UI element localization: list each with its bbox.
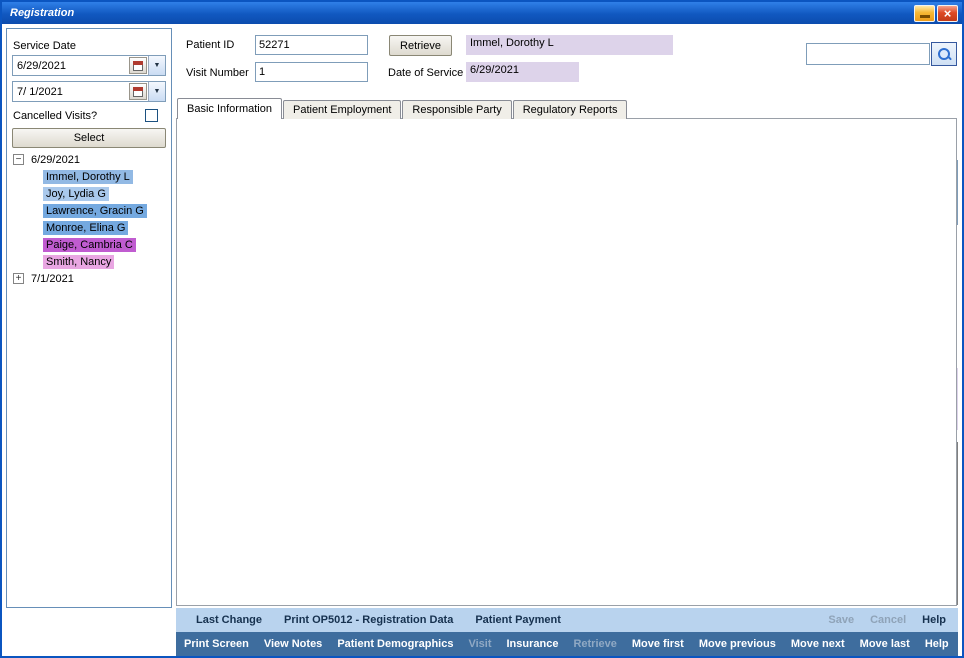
service-date-label: Service Date — [13, 40, 76, 53]
chevron-down-icon[interactable]: ▼ — [148, 82, 165, 101]
chevron-down-icon[interactable]: ▼ — [148, 56, 165, 75]
cancelled-visits-checkbox[interactable] — [145, 109, 158, 122]
service-date-from-value: 6/29/2021 — [13, 60, 129, 72]
visits-tree: − 6/29/2021 Immel, Dorothy L Joy, Lydia … — [11, 151, 169, 287]
tab-regulatory-reports[interactable]: Regulatory Reports — [513, 100, 628, 119]
minimize-button[interactable] — [914, 5, 935, 22]
tree-patient-item[interactable]: Smith, Nancy — [11, 253, 169, 270]
tree-patient-item[interactable]: Joy, Lydia G — [11, 185, 169, 202]
patient-demographics-button[interactable]: Patient Demographics — [337, 638, 453, 650]
select-button[interactable]: Select — [12, 128, 166, 148]
service-date-from-picker[interactable]: 6/29/2021 ▼ — [12, 55, 166, 76]
visit-number-label: Visit Number — [186, 67, 249, 80]
service-date-to-value: 7/ 1/2021 — [13, 86, 129, 98]
help-button[interactable]: Help — [922, 614, 946, 626]
tree-patient-item[interactable]: Immel, Dorothy L — [11, 168, 169, 185]
patient-name-label: Joy, Lydia G — [43, 187, 109, 201]
schedule-panel: Service Date 6/29/2021 ▼ 7/ 1/2021 ▼ Can… — [6, 28, 172, 608]
close-button[interactable]: × — [937, 5, 958, 22]
print-screen-button[interactable]: Print Screen — [184, 638, 249, 650]
service-date-to-picker[interactable]: 7/ 1/2021 ▼ — [12, 81, 166, 102]
patient-name-label: Smith, Nancy — [43, 255, 114, 269]
tab-responsible-party[interactable]: Responsible Party — [402, 100, 511, 119]
view-notes-button[interactable]: View Notes — [264, 638, 323, 650]
navigation-bar: Print Screen View Notes Patient Demograp… — [176, 632, 958, 656]
action-bar: Last Change Print OP5012 - Registration … — [176, 608, 958, 632]
tree-patient-item[interactable]: Lawrence, Gracin G — [11, 202, 169, 219]
date-of-service-label: Date of Service — [388, 67, 463, 80]
search-input[interactable] — [806, 43, 930, 65]
tab-patient-employment[interactable]: Patient Employment — [283, 100, 401, 119]
retrieve-nav-button[interactable]: Retrieve — [573, 638, 616, 650]
move-last-button[interactable]: Move last — [860, 638, 910, 650]
basic-information-panel — [176, 118, 957, 606]
date-of-service-field: 6/29/2021 — [466, 62, 579, 82]
patient-name-label: Immel, Dorothy L — [43, 170, 133, 184]
patient-name-label: Monroe, Elina G — [43, 221, 128, 235]
tree-patient-item[interactable]: Paige, Cambria C — [11, 236, 169, 253]
patient-id-label: Patient ID — [186, 39, 234, 52]
move-first-button[interactable]: Move first — [632, 638, 684, 650]
visit-number-input[interactable] — [255, 62, 368, 82]
tree-patient-item[interactable]: Monroe, Elina G — [11, 219, 169, 236]
patient-id-input[interactable] — [255, 35, 368, 55]
collapse-icon[interactable]: − — [13, 154, 24, 165]
move-next-button[interactable]: Move next — [791, 638, 845, 650]
minimize-icon — [920, 15, 930, 18]
patient-payment-button[interactable]: Patient Payment — [475, 614, 561, 626]
tab-strip: Basic Information Patient Employment Res… — [177, 98, 628, 119]
tree-date-label: 7/1/2021 — [28, 272, 77, 286]
cancelled-visits-label: Cancelled Visits? — [13, 110, 97, 123]
tree-date-node[interactable]: + 7/1/2021 — [11, 270, 169, 287]
calendar-icon[interactable] — [129, 57, 147, 74]
last-change-button[interactable]: Last Change — [196, 614, 262, 626]
patient-name-label: Paige, Cambria C — [43, 238, 136, 252]
search-icon — [938, 48, 951, 61]
tree-date-node[interactable]: − 6/29/2021 — [11, 151, 169, 168]
insurance-button[interactable]: Insurance — [506, 638, 558, 650]
move-previous-button[interactable]: Move previous — [699, 638, 776, 650]
print-op5012-button[interactable]: Print OP5012 - Registration Data — [284, 614, 453, 626]
calendar-icon[interactable] — [129, 83, 147, 100]
expand-icon[interactable]: + — [13, 273, 24, 284]
save-button[interactable]: Save — [828, 614, 854, 626]
visit-button[interactable]: Visit — [468, 638, 491, 650]
help-nav-button[interactable]: Help — [925, 638, 949, 650]
cancel-button[interactable]: Cancel — [870, 614, 906, 626]
search-button[interactable] — [931, 42, 957, 66]
retrieve-button[interactable]: Retrieve — [389, 35, 452, 56]
window-title: Registration — [10, 7, 74, 19]
patient-name-field: Immel, Dorothy L — [466, 35, 673, 55]
title-bar: Registration × — [2, 2, 962, 24]
tab-basic-information[interactable]: Basic Information — [177, 98, 282, 119]
patient-name-label: Lawrence, Gracin G — [43, 204, 147, 218]
tree-date-label: 6/29/2021 — [28, 153, 83, 167]
